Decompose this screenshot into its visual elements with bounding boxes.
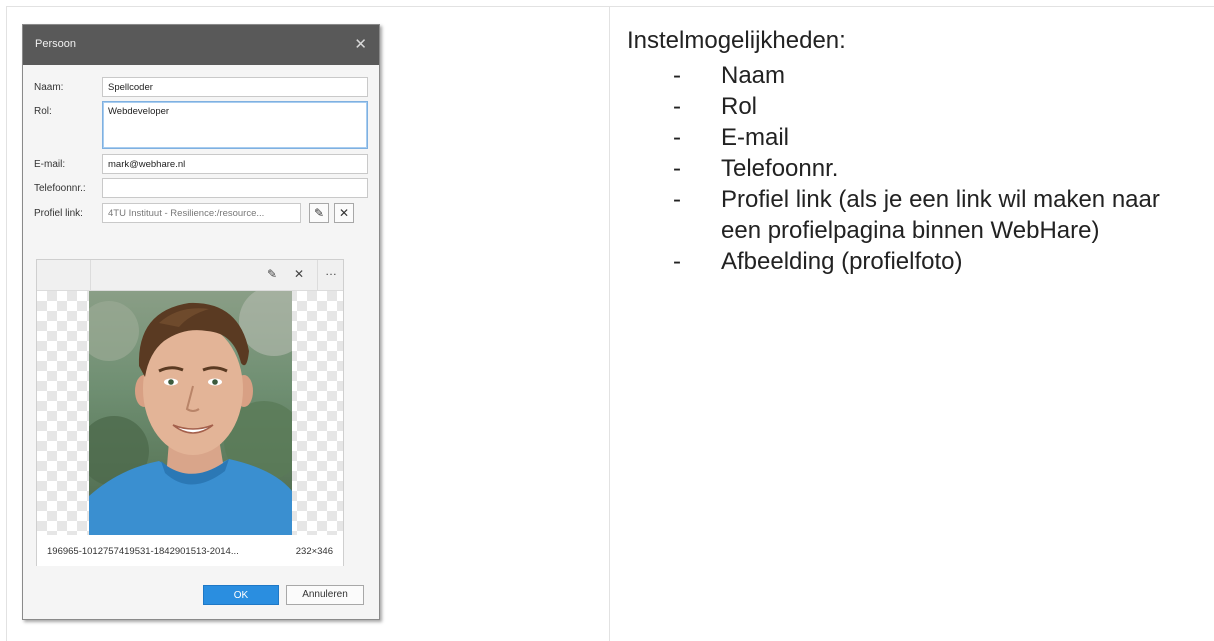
list-item: - Afbeelding (profielfoto): [673, 248, 963, 275]
edit-link-button[interactable]: ✎: [309, 203, 329, 223]
dialog-title: Persoon: [35, 38, 76, 50]
naam-label: Naam:: [34, 82, 64, 93]
profile-photo-graphic: [89, 291, 292, 535]
image-panel: ✎ ✕ … 196965-1012757419531-1842901513-20…: [36, 259, 344, 566]
rol-label: Rol:: [34, 106, 52, 117]
profiel-link-field[interactable]: 4TU Instituut - Resilience:/resource...: [102, 203, 301, 223]
image-info-bar: 196965-1012757419531-1842901513-2014... …: [37, 535, 343, 566]
ellipsis-icon[interactable]: …: [325, 264, 337, 278]
x-icon[interactable]: ✕: [294, 267, 304, 281]
naam-input[interactable]: Spellcoder: [102, 77, 368, 97]
telefoon-label: Telefoonnr.:: [34, 183, 86, 194]
image-canvas: [37, 291, 343, 535]
list-item: - Telefoonnr.: [673, 155, 839, 182]
ok-button[interactable]: OK: [203, 585, 279, 605]
notes-list: - Naam - Rol - E-mail - Telefoonnr. - Profiel…: [627, 60, 1207, 277]
dialog-titlebar: Persoon ✕: [23, 25, 379, 65]
image-toolbar: ✎ ✕ …: [37, 260, 343, 291]
cancel-button[interactable]: Annuleren: [286, 585, 364, 605]
telefoon-input[interactable]: [102, 178, 368, 198]
list-item: - Naam: [673, 62, 786, 89]
rol-textarea[interactable]: Webdeveloper: [102, 101, 368, 149]
list-item: - Rol: [673, 93, 758, 120]
image-filename: 196965-1012757419531-1842901513-2014...: [47, 546, 239, 557]
person-dialog: Persoon ✕ Naam: Spellcoder Rol: Webdevel…: [22, 24, 380, 620]
settings-notes: Instelmogelijkheden: - Naam - Rol - E-mail …: [627, 24, 1207, 277]
notes-heading: Instelmogelijkheden:: [627, 27, 846, 54]
email-input[interactable]: mark@webhare.nl: [102, 154, 368, 174]
table-divider: [609, 6, 610, 641]
list-item: - Profiel link (als je een link wil maken…: [673, 186, 1160, 244]
x-icon: ✕: [338, 206, 350, 220]
pencil-icon[interactable]: ✎: [267, 267, 277, 281]
profile-photo[interactable]: [89, 291, 292, 535]
image-dimensions: 232×346: [295, 546, 333, 557]
pencil-icon: ✎: [313, 206, 325, 220]
email-label: E-mail:: [34, 159, 66, 170]
profiel-label: Profiel link:: [34, 208, 83, 219]
close-icon[interactable]: ✕: [354, 35, 367, 53]
clear-link-button[interactable]: ✕: [334, 203, 354, 223]
list-item: - E-mail: [673, 124, 790, 151]
